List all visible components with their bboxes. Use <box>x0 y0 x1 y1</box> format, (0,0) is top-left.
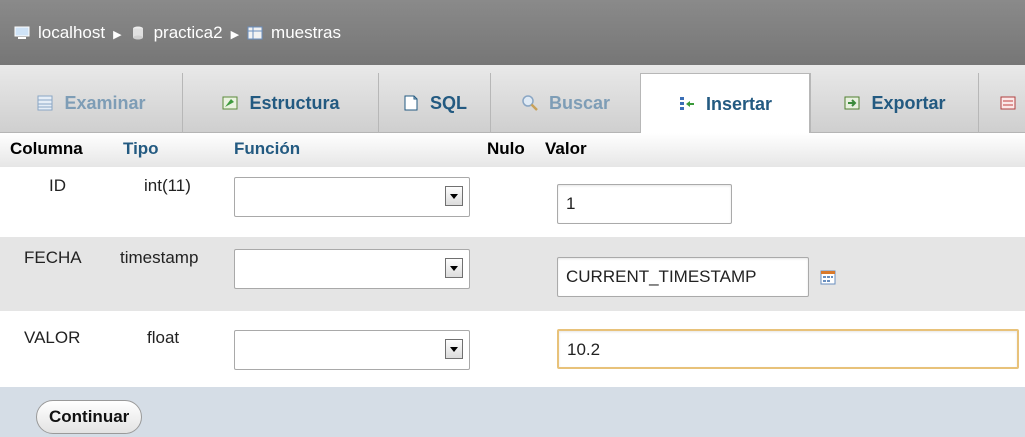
row-type: int(11) <box>144 176 191 195</box>
tab-sql[interactable]: SQL <box>378 73 490 133</box>
breadcrumb-label: practica2 <box>153 22 223 42</box>
structure-icon <box>221 94 239 112</box>
value-input[interactable]: CURRENT_TIMESTAMP <box>557 257 809 297</box>
chevron-down-icon[interactable] <box>445 339 463 359</box>
breadcrumb-label: localhost <box>38 22 106 42</box>
tab-estructura[interactable]: Estructura <box>182 73 378 133</box>
header-null: Nulo <box>487 139 525 158</box>
table-icon <box>247 25 263 41</box>
table-row: ID int(11) 1 <box>0 167 1025 237</box>
export-icon <box>843 94 861 112</box>
form-footer: Continuar <box>0 387 1025 437</box>
breadcrumb-separator: ▶ <box>113 29 122 41</box>
breadcrumb-label: muestras <box>271 22 341 42</box>
function-select[interactable] <box>234 249 470 289</box>
row-column-name: VALOR <box>24 328 81 347</box>
tab-label: Insertar <box>705 93 773 114</box>
tab-exportar[interactable]: Exportar <box>810 73 978 133</box>
import-icon <box>999 94 1017 112</box>
header-column: Columna <box>10 139 83 158</box>
server-icon <box>14 25 30 41</box>
chevron-down-icon[interactable] <box>445 258 463 278</box>
tab-examinar[interactable]: Examinar <box>0 73 182 133</box>
tab-label: Estructura <box>249 92 340 113</box>
tab-label: Exportar <box>871 92 946 113</box>
row-column-name: ID <box>49 176 66 195</box>
tab-more[interactable] <box>978 73 1025 133</box>
table-row: FECHA timestamp CURRENT_TIMESTAMP <box>0 237 1025 311</box>
breadcrumb-database[interactable]: practica2 <box>130 23 223 43</box>
tab-buscar[interactable]: Buscar <box>490 73 640 133</box>
sql-icon <box>402 94 420 112</box>
continue-button[interactable]: Continuar <box>36 400 143 434</box>
header-type: Tipo <box>123 139 159 158</box>
value-input[interactable]: 10.2 <box>557 329 1019 369</box>
database-icon <box>130 25 146 41</box>
header-value: Valor <box>545 139 587 158</box>
table-header: Columna Tipo Función Nulo Valor <box>0 133 1025 167</box>
function-select[interactable] <box>234 330 470 370</box>
table-row: VALOR float 10.2 <box>0 311 1025 387</box>
breadcrumb: localhost ▶ practica2 ▶ muestras <box>0 0 1025 65</box>
breadcrumb-table[interactable]: muestras <box>247 23 341 43</box>
calendar-icon[interactable] <box>820 269 836 285</box>
header-function: Función <box>234 139 301 158</box>
row-type: float <box>147 328 180 347</box>
function-select[interactable] <box>234 177 470 217</box>
chevron-down-icon[interactable] <box>445 186 463 206</box>
browse-icon <box>36 94 54 112</box>
insert-icon <box>678 95 696 113</box>
search-icon <box>521 94 539 112</box>
row-column-name: FECHA <box>24 248 82 267</box>
tab-label: Examinar <box>64 92 146 113</box>
tab-label: Buscar <box>548 92 611 113</box>
row-type: timestamp <box>120 248 199 267</box>
tab-insertar[interactable]: Insertar <box>640 73 810 134</box>
value-input[interactable]: 1 <box>557 184 732 224</box>
breadcrumb-separator: ▶ <box>230 29 240 41</box>
tab-bar: Examinar Estructura SQL Buscar Insertar … <box>0 65 1025 134</box>
breadcrumb-server[interactable]: localhost <box>14 23 105 43</box>
tab-label: SQL <box>429 92 467 113</box>
